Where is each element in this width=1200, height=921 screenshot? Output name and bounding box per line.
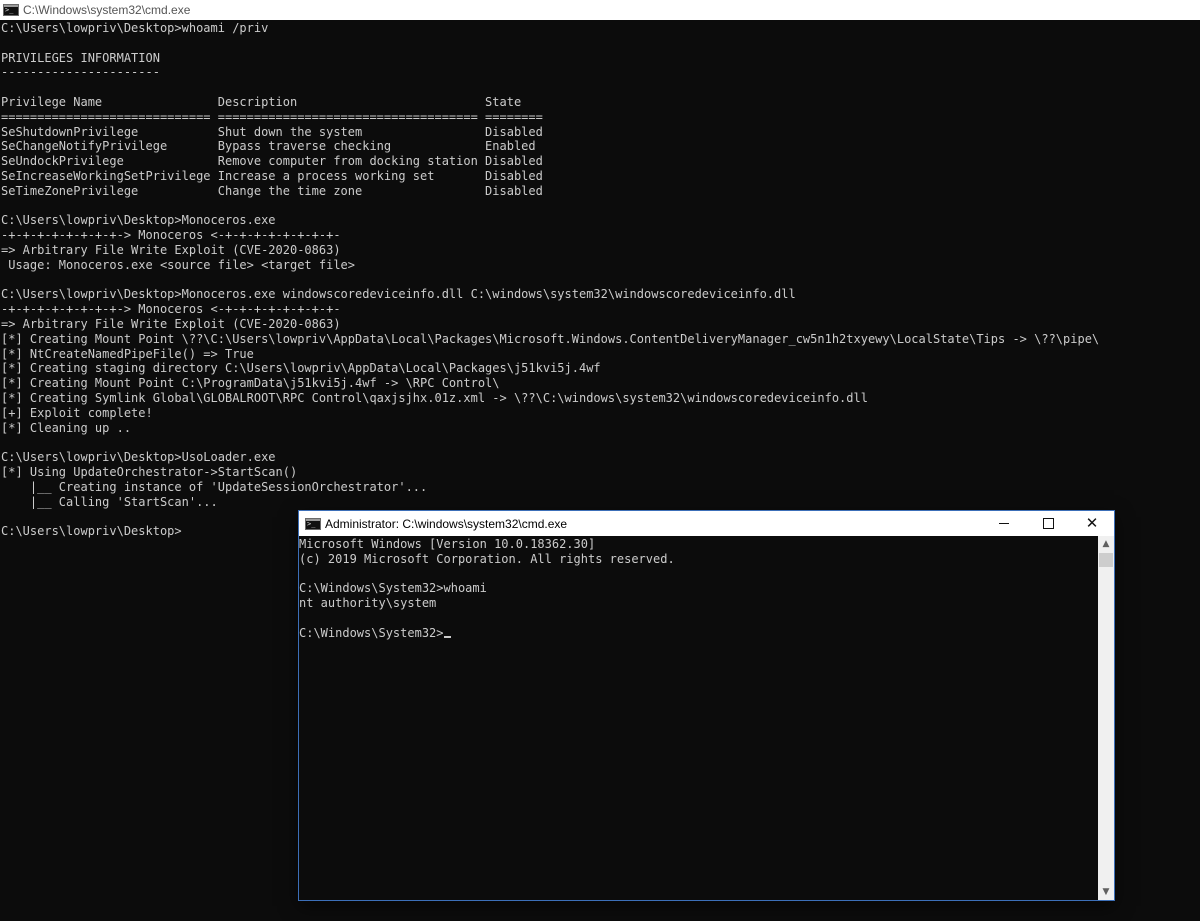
close-button[interactable]: ✕ (1070, 511, 1114, 536)
admin-prompt: C:\Windows\System32> (299, 625, 444, 640)
admin-window-titlebar[interactable]: Administrator: C:\windows\system32\cmd.e… (299, 511, 1114, 536)
minimize-button[interactable] (982, 511, 1026, 536)
chevron-down-icon[interactable]: ▼ (1098, 884, 1114, 900)
admin-console-lines: Microsoft Windows [Version 10.0.18362.30… (299, 537, 675, 611)
admin-console[interactable]: Microsoft Windows [Version 10.0.18362.30… (299, 536, 1098, 900)
admin-window-title: Administrator: C:\windows\system32\cmd.e… (325, 516, 568, 531)
close-icon: ✕ (1085, 514, 1099, 532)
cmd-icon (3, 4, 19, 16)
background-window-titlebar[interactable]: C:\Windows\system32\cmd.exe (0, 0, 1200, 20)
vertical-scrollbar[interactable]: ▲ ▼ (1098, 536, 1114, 900)
background-window-title: C:\Windows\system32\cmd.exe (23, 3, 191, 17)
admin-window[interactable]: Administrator: C:\windows\system32\cmd.e… (299, 511, 1114, 900)
admin-console-output: Microsoft Windows [Version 10.0.18362.30… (299, 537, 675, 641)
background-console-output: C:\Users\lowpriv\Desktop>whoami /priv PR… (1, 21, 1100, 539)
maximize-button[interactable] (1026, 511, 1070, 536)
scrollbar-thumb[interactable] (1099, 553, 1113, 567)
text-cursor (443, 635, 451, 638)
maximize-icon (1042, 518, 1054, 529)
chevron-up-icon[interactable]: ▲ (1098, 536, 1114, 552)
cmd-icon (305, 517, 321, 530)
minimize-icon (999, 523, 1009, 524)
